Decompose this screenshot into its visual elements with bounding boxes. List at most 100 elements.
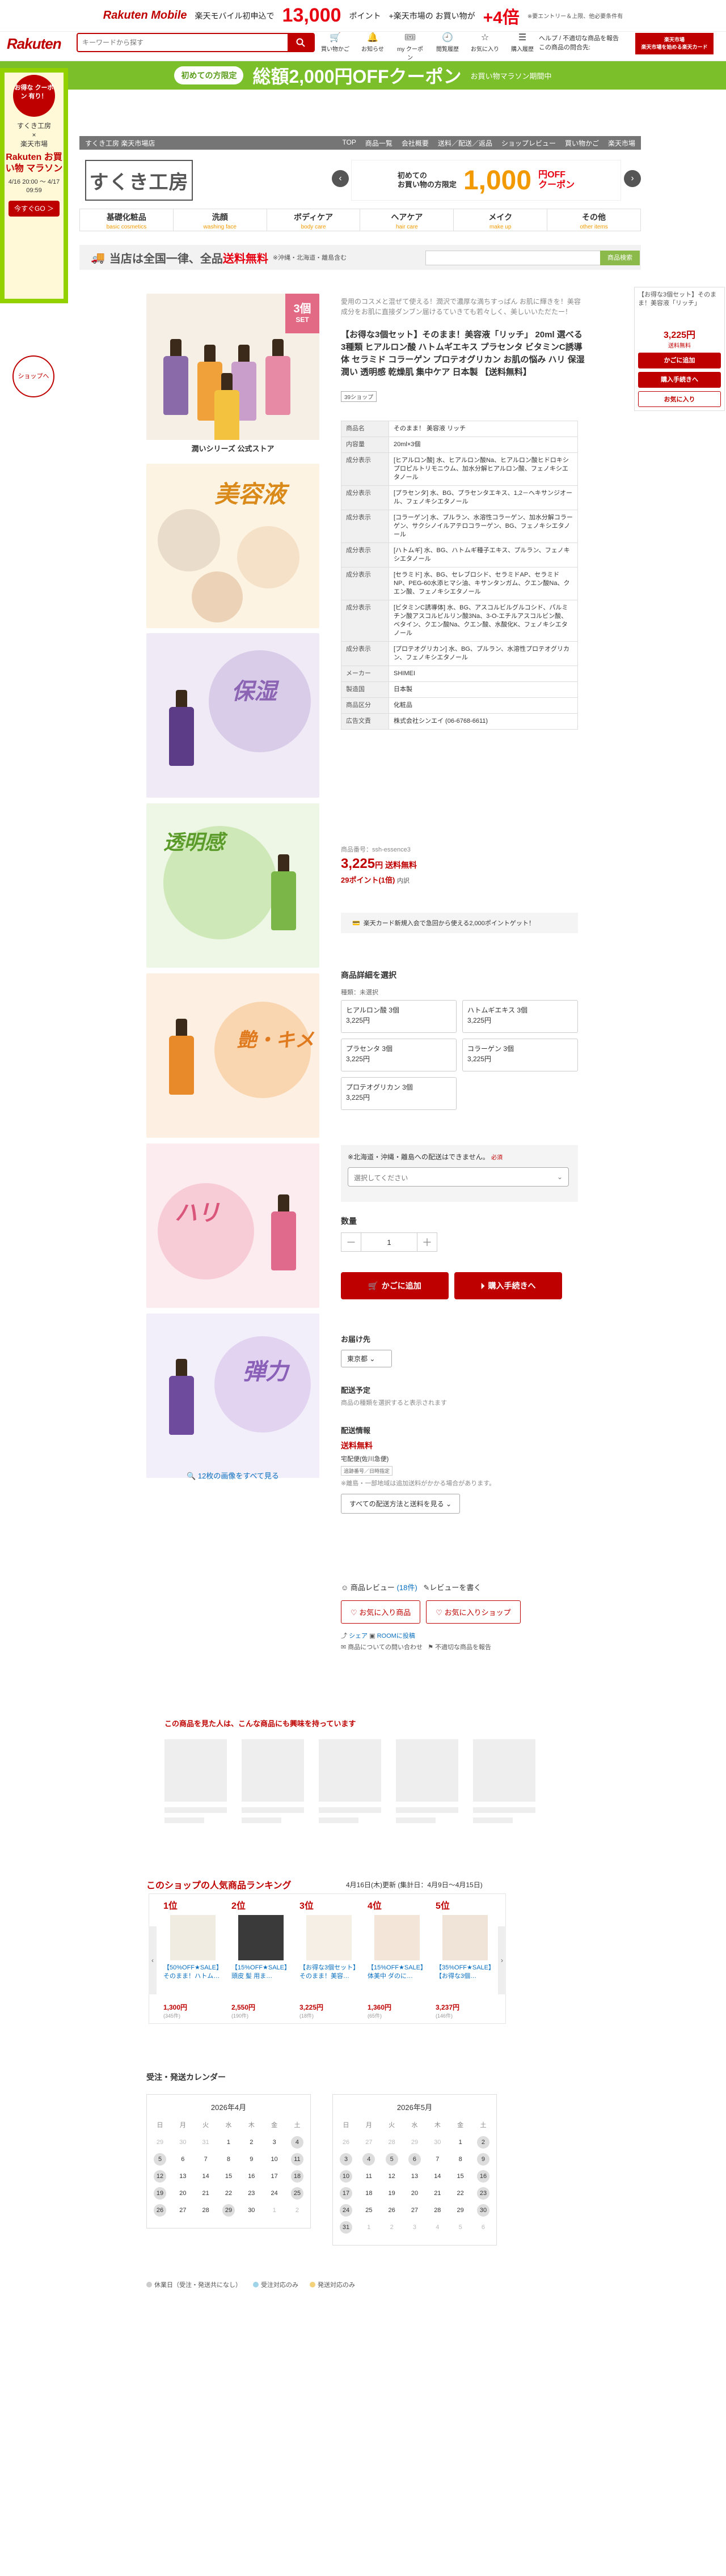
rakuten-logo[interactable]: Rakuten xyxy=(7,35,62,53)
report-link[interactable]: 不適切な商品を報告 xyxy=(435,1644,491,1651)
recommend-placeholder[interactable] xyxy=(473,1739,535,1823)
ranking-name[interactable]: 【50%OFF★SALE】 そのまま！ハトム… xyxy=(163,1964,222,1999)
shop-nav-link[interactable]: ショップレビュー xyxy=(501,138,556,148)
variation-option[interactable]: ヒアルロン酸 3個 3,225円 xyxy=(341,1000,457,1033)
spec-key: 成分表示 xyxy=(341,600,389,642)
variation-option[interactable]: コラーゲン 3個 3,225円 xyxy=(462,1039,578,1071)
ranking-item[interactable]: 2位 【15%OFF★SALE】 頭皮 髪 用ま… 2,550円 (190件) xyxy=(231,1898,290,2019)
shop-nav-link[interactable]: 商品一覧 xyxy=(365,138,392,148)
inquiry-link[interactable]: この商品の問合先: xyxy=(539,43,619,52)
ranking-price: 3,237円 xyxy=(436,2003,460,2011)
category-5[interactable]: その他 other items xyxy=(547,209,641,231)
category-1[interactable]: 洗顔 washing face xyxy=(174,209,267,231)
header-icon-cart[interactable]: 🛒 買い物かご xyxy=(320,33,350,61)
recommend-placeholder[interactable] xyxy=(164,1739,227,1823)
shop-search-button[interactable]: 商品検索 xyxy=(600,251,640,265)
help-link[interactable]: ヘルプ / 不適切な商品を報告 xyxy=(539,34,619,43)
variation-option[interactable]: プロテオグリカン 3個 3,225円 xyxy=(341,1077,457,1110)
search-input[interactable] xyxy=(78,34,288,51)
quantity-plus-button[interactable]: ＋ xyxy=(417,1233,437,1251)
ranking-name[interactable]: 【お得な3個セット】そのまま！美容… xyxy=(299,1964,358,1999)
side-go-button[interactable]: 今すぐGO ＞ xyxy=(9,201,60,217)
category-nav: 基礎化粧品 basic cosmetics 洗顔 washing face ボディケア b… xyxy=(79,209,641,231)
product-image-3[interactable]: 保湿 xyxy=(146,633,319,798)
product-number-label: 商品番号： xyxy=(341,846,372,853)
float-shop-button[interactable]: ショップへ xyxy=(12,355,54,397)
rakuten-card-bar[interactable]: 💳 楽天カード新規入会で急回から使える2,000ポイントゲット！ xyxy=(341,913,578,933)
mini-cart-button[interactable]: かごに追加 xyxy=(638,353,721,368)
green-coupon-banner[interactable]: 初めての方限定 総額2,000円OFFクーポン お買い物マラソン期間中 xyxy=(0,61,726,90)
calendar-day: 28 xyxy=(434,2207,441,2214)
shop-nav-link[interactable]: 送料／配送／返品 xyxy=(438,138,492,148)
shop-nav-link[interactable]: 買い物かご xyxy=(565,138,599,148)
fav-shop-label: お気に入りショップ xyxy=(444,1608,511,1617)
delivery-dest-select[interactable]: 東京都 ⌄ xyxy=(341,1350,392,1367)
favorite-item-button[interactable]: ♡ お気に入り商品 xyxy=(341,1600,421,1624)
category-2[interactable]: ボディケア body care xyxy=(267,209,361,231)
product-image-6[interactable]: ハリ xyxy=(146,1143,319,1308)
product-image-4[interactable]: 透明感 xyxy=(146,803,319,968)
slider-next-icon[interactable]: › xyxy=(624,170,641,187)
coupon-banner[interactable]: 初めての お買い物の方限定 1,000 円OFF クーポン xyxy=(351,160,621,201)
product-image-5[interactable]: 艶・キメ xyxy=(146,973,319,1138)
calendar-day: 15 xyxy=(225,2173,233,2180)
product-image-2[interactable]: 美容液 xyxy=(146,464,319,628)
header-help[interactable]: ヘルプ / 不適切な商品を報告 この商品の問合先: xyxy=(539,34,619,52)
recommend-placeholder[interactable] xyxy=(242,1739,304,1823)
spec-row: 製造国 日本製 xyxy=(341,681,578,698)
add-to-cart-button[interactable]: 🛒 かごに追加 xyxy=(341,1272,449,1299)
header-icon-star[interactable]: ☆ お気に入り xyxy=(470,33,500,61)
search-button[interactable] xyxy=(288,34,314,51)
ranking-item[interactable]: 5位 【35%OFF★SALE】 【お得な3個… 3,237円 (146件) xyxy=(436,1898,495,2019)
recommend-placeholder[interactable] xyxy=(319,1739,381,1823)
quantity-minus-button[interactable]: － xyxy=(341,1233,361,1251)
header-icon-list[interactable]: ☰ 購入履歴 xyxy=(508,33,537,61)
favorite-shop-button[interactable]: ♡ お気に入りショップ xyxy=(426,1600,521,1624)
recommend-placeholder[interactable] xyxy=(396,1739,458,1823)
buy-now-button[interactable]: ⏵ 購入手続きへ xyxy=(454,1272,562,1299)
quantity-input[interactable]: 1 xyxy=(361,1233,417,1251)
header-icon-history[interactable]: 🕘 閲覧履歴 xyxy=(433,33,462,61)
shop-nav-link[interactable]: 会社概要 xyxy=(402,138,429,148)
top-promo-banner[interactable]: Rakuten Mobile 楽天モバイル初申込で 13,000 ポイント +楽… xyxy=(0,0,726,32)
rakuten-mobile-logo: Rakuten Mobile xyxy=(103,9,187,22)
product-image-main[interactable]: 3個 SET 潤いシリーズ 公式ストア xyxy=(146,294,319,458)
product-image-7[interactable]: 弾力 xyxy=(146,1314,319,1478)
points-breakdown-link[interactable]: 内訳 xyxy=(397,878,410,884)
shop-logo[interactable]: すくき工房 xyxy=(85,160,193,201)
slider-prev-icon[interactable]: ‹ xyxy=(332,170,349,187)
category-0[interactable]: 基礎化粧品 basic cosmetics xyxy=(79,209,174,231)
side-campaign[interactable]: お得な クーポン 有り！ すくき工房 × 楽天市場 Rakuten お買い物 マ… xyxy=(0,68,68,303)
write-review-link[interactable]: レビューを書く xyxy=(429,1583,481,1592)
mini-buy-button[interactable]: 購入手続きへ xyxy=(638,372,721,388)
ask-link[interactable]: 商品についての問い合わせ xyxy=(348,1644,423,1651)
all-shipping-button[interactable]: すべての配送方法と送料を見る ⌄ xyxy=(341,1494,461,1514)
shop-nav-link[interactable]: 楽天市場 xyxy=(608,138,635,148)
view-all-images-link[interactable]: 🔍 12枚の画像をすべて見る xyxy=(146,1470,319,1481)
room-link[interactable]: ROOMに投稿 xyxy=(377,1633,415,1639)
variation-option[interactable]: プラセンタ 3個 3,225円 xyxy=(341,1039,457,1071)
ranking-item[interactable]: 3位 【お得な3個セット】そのまま！美容… 3,225円 (18件) xyxy=(299,1898,358,2019)
shop-nav-link[interactable]: TOP xyxy=(342,138,356,148)
ranking-item[interactable]: 4位 【15%OFF★SALE】 体美中 ダのに… 1,360円 (65件) xyxy=(368,1898,427,2019)
ranking-name[interactable]: 【35%OFF★SALE】 【お得な3個… xyxy=(436,1964,495,1999)
ranking-item[interactable]: 1位 【50%OFF★SALE】 そのまま！ハトム… 1,300円 (345件) xyxy=(163,1898,222,2019)
ranking-name[interactable]: 【15%OFF★SALE】 頭皮 髪 用ま… xyxy=(231,1964,290,1999)
flag-icon: ⚑ xyxy=(428,1644,433,1651)
category-4[interactable]: メイク make up xyxy=(454,209,548,231)
calendar-title: 受注・発送カレンダー xyxy=(146,2073,226,2082)
category-3[interactable]: ヘアケア hair care xyxy=(360,209,454,231)
header-icon-coupon[interactable]: 🎟 my クーポン xyxy=(395,33,425,61)
variation-option[interactable]: ハトムギエキス 3個 3,225円 xyxy=(462,1000,578,1033)
ranking-next-icon[interactable]: › xyxy=(498,1926,506,1994)
header-icon-bell[interactable]: 🔔 お知らせ xyxy=(358,33,387,61)
ranking-prev-icon[interactable]: ‹ xyxy=(149,1926,157,1994)
ranking-name[interactable]: 【15%OFF★SALE】 体美中 ダのに… xyxy=(368,1964,427,1999)
header-ad[interactable]: 楽天市場 楽天市場を始める楽天カード xyxy=(635,33,714,54)
mini-fav-button[interactable]: お気に入り xyxy=(638,391,721,407)
share-link[interactable]: シェア xyxy=(349,1633,368,1639)
island-select[interactable]: 選択してください ⌄ xyxy=(348,1167,569,1187)
shop-nav-name[interactable]: すくき工房 楽天市場店 xyxy=(85,138,155,148)
shop-search-input[interactable] xyxy=(425,251,601,265)
review-count-link[interactable]: (18件) xyxy=(397,1583,417,1592)
